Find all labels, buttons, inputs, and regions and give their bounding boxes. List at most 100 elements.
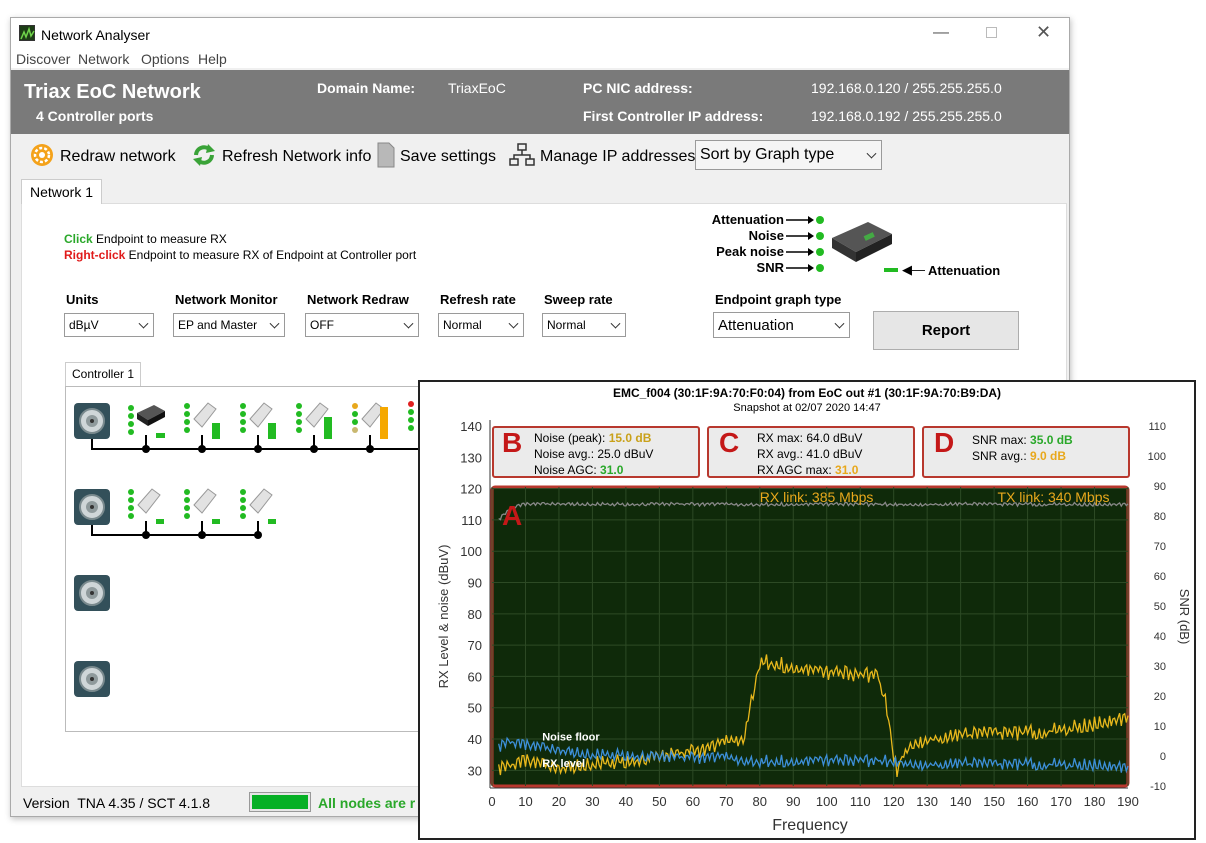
close-icon[interactable]: ✕ xyxy=(1036,22,1051,43)
network-redraw-value: OFF xyxy=(310,318,334,332)
menu-options[interactable]: Options xyxy=(141,51,189,67)
rx-graph-window: EMC_f004 (30:1F:9A:70:F0:04) from EoC ou… xyxy=(418,380,1196,840)
menu-discover[interactable]: Discover xyxy=(16,51,70,67)
manage-ip-button[interactable]: Manage IP addresses xyxy=(509,142,696,170)
y-tick-label: 30 xyxy=(468,763,482,778)
endpoint-node-selected[interactable] xyxy=(128,399,166,439)
tab-controller-1[interactable]: Controller 1 xyxy=(65,362,142,386)
refresh-network-label: Refresh Network info xyxy=(222,148,372,165)
redraw-network-button[interactable]: Redraw network xyxy=(29,143,176,170)
x-tick-label: 110 xyxy=(850,794,871,809)
x-tick-label: 170 xyxy=(1050,794,1072,809)
refresh-rate-select[interactable]: Normal xyxy=(438,313,524,337)
save-settings-button[interactable]: Save settings xyxy=(377,142,497,170)
units-select[interactable]: dBµV xyxy=(64,313,154,337)
instructions: Click Endpoint to measure RX Right-click… xyxy=(64,231,416,263)
x-tick-label: 160 xyxy=(1017,794,1039,809)
chevron-down-icon xyxy=(508,318,519,329)
manage-ip-label: Manage IP addresses xyxy=(540,148,696,165)
tx-link-label: TX link: 340 Mbps xyxy=(997,489,1109,505)
menu-network[interactable]: Network xyxy=(78,51,129,67)
endpoint-node[interactable] xyxy=(184,399,222,439)
endpoint-node[interactable] xyxy=(240,399,278,439)
y2-tick-label: 80 xyxy=(1154,511,1166,523)
legend-peak-noise: Peak noise xyxy=(716,244,784,259)
menu-bar: Discover Network Options Help xyxy=(11,48,1069,68)
network-redraw-select[interactable]: OFF xyxy=(305,313,419,337)
arrow-left-icon: ◀— xyxy=(902,262,925,277)
x-tick-label: 190 xyxy=(1117,794,1139,809)
refresh-network-button[interactable]: Refresh Network info xyxy=(191,143,372,170)
y-tick-label: 60 xyxy=(468,669,482,684)
controller-port-2[interactable] xyxy=(74,489,110,525)
x-tick-label: 10 xyxy=(518,794,532,809)
endpoint-node-warning[interactable] xyxy=(352,399,390,439)
x-tick-label: 40 xyxy=(619,794,633,809)
x-axis-label: Frequency xyxy=(772,817,848,834)
refresh-rate-value: Normal xyxy=(443,318,482,332)
endpoint-node[interactable] xyxy=(240,485,278,525)
tab-network-1[interactable]: Network 1 xyxy=(21,179,103,204)
endpoint-node[interactable] xyxy=(296,399,334,439)
maximize-icon[interactable] xyxy=(986,27,997,38)
x-tick-label: 120 xyxy=(883,794,905,809)
y2-tick-label: 50 xyxy=(1154,601,1166,613)
save-settings-label: Save settings xyxy=(400,148,497,165)
controller-ip-value: 192.168.0.192 / 255.255.255.0 xyxy=(811,108,1002,124)
x-tick-label: 130 xyxy=(916,794,938,809)
nic-label: PC NIC address: xyxy=(583,80,693,96)
x-tick-label: 70 xyxy=(719,794,733,809)
minimize-icon[interactable]: — xyxy=(933,24,949,42)
y2-tick-label: 20 xyxy=(1154,691,1166,703)
toolbar: Redraw network Refresh Network info Save… xyxy=(11,136,1069,178)
controller-port-3[interactable] xyxy=(74,575,110,611)
chevron-down-icon xyxy=(610,318,621,329)
sort-dropdown[interactable]: Sort by Graph type xyxy=(695,140,882,170)
endpoint-node[interactable] xyxy=(184,485,222,525)
box-a-letter: A xyxy=(502,500,522,531)
endpoint-graph-type-select[interactable]: Attenuation xyxy=(713,312,850,338)
x-tick-label: 100 xyxy=(816,794,838,809)
y2-tick-label: 0 xyxy=(1160,751,1166,763)
y2-tick-label: 10 xyxy=(1154,721,1166,733)
endpoint-device-icon xyxy=(828,216,896,269)
menu-help[interactable]: Help xyxy=(198,51,227,67)
noise-floor-label: Noise floor xyxy=(542,732,600,744)
endpoint-graph-type-label: Endpoint graph type xyxy=(715,292,842,307)
chevron-down-icon xyxy=(866,148,877,159)
controller-port-1[interactable] xyxy=(74,403,110,439)
controller-count: 4 Controller ports xyxy=(36,108,154,124)
click-hint-text: Endpoint to measure RX xyxy=(92,232,227,246)
y2-axis-label: SNR (dB) xyxy=(1177,589,1192,645)
y2-tick-label: 60 xyxy=(1154,571,1166,583)
refresh-rate-label: Refresh rate xyxy=(440,292,516,307)
y-tick-label: 110 xyxy=(461,513,482,528)
sweep-rate-value: Normal xyxy=(547,318,586,332)
y-tick-label: 120 xyxy=(460,482,482,497)
title-bar: Network Analyser — ✕ xyxy=(11,18,1069,48)
progress-fill xyxy=(252,795,308,809)
y-tick-label: 80 xyxy=(468,607,482,622)
nic-value: 192.168.0.120 / 255.255.255.0 xyxy=(811,80,1002,96)
y-tick-label: 40 xyxy=(468,732,482,747)
sweep-rate-select[interactable]: Normal xyxy=(542,313,626,337)
sweep-rate-label: Sweep rate xyxy=(544,292,613,307)
report-button[interactable]: Report xyxy=(873,311,1019,350)
legend-attenuation: Attenuation xyxy=(711,212,784,227)
legend-noise: Noise xyxy=(748,228,784,243)
controller-port-4[interactable] xyxy=(74,661,110,697)
network-redraw-label: Network Redraw xyxy=(307,292,409,307)
x-tick-label: 140 xyxy=(950,794,972,809)
chevron-down-icon xyxy=(269,318,280,329)
graph-legend: Attenuation Noise Peak noise SNR ◀— Atte… xyxy=(712,212,1012,302)
x-tick-label: 60 xyxy=(686,794,700,809)
network-monitor-select[interactable]: EP and Master xyxy=(173,313,285,337)
legend-snr: SNR xyxy=(756,260,784,275)
network-monitor-label: Network Monitor xyxy=(175,292,278,307)
y2-tick-label: -10 xyxy=(1150,781,1166,793)
click-hint: Click xyxy=(64,232,93,246)
endpoint-node[interactable] xyxy=(128,485,166,525)
chevron-down-icon xyxy=(138,318,149,329)
endpoint-graph-type-value: Attenuation xyxy=(718,316,794,334)
y2-tick-label: 110 xyxy=(1148,421,1166,433)
